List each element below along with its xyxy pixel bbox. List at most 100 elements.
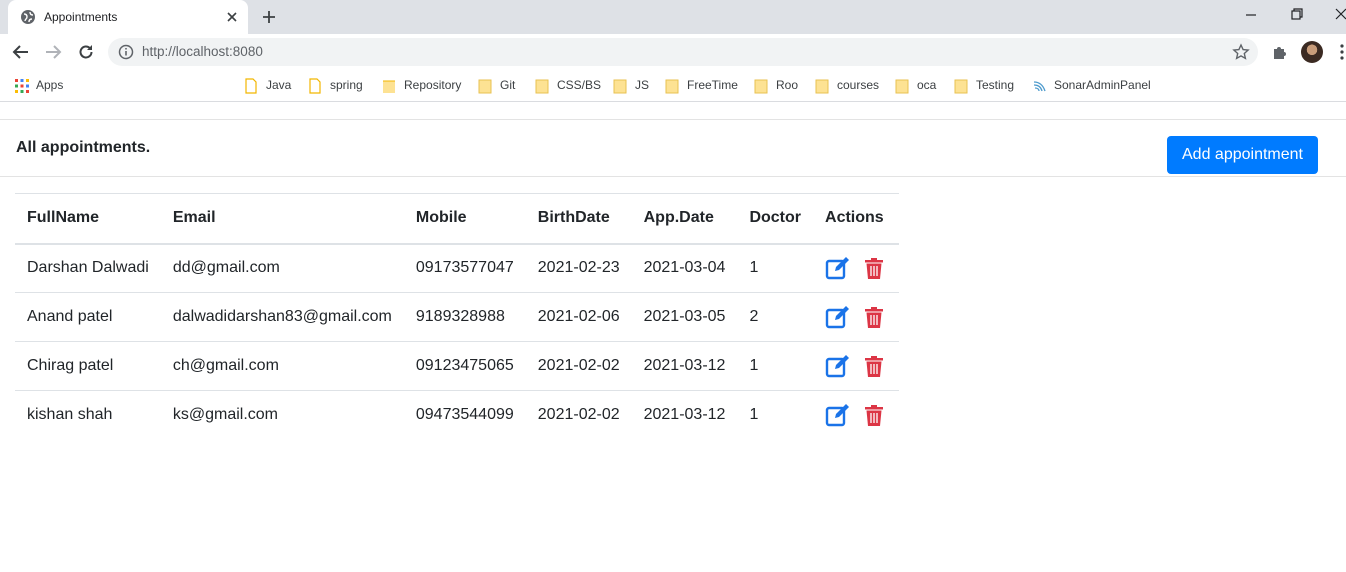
window-close-icon[interactable]	[1334, 7, 1346, 21]
page-divider-top	[0, 119, 1346, 120]
cell-fullname: Anand patel	[15, 292, 161, 342]
extensions-puzzle-icon[interactable]	[1271, 43, 1289, 61]
cell-mobile: 09473544099	[403, 390, 526, 440]
bookmark-label: Apps	[36, 78, 64, 92]
bookmark-label: Roo	[776, 78, 799, 92]
bookmark-label: courses	[837, 78, 880, 92]
column-header-email: Email	[160, 193, 404, 245]
folder-icon	[535, 79, 549, 94]
edit-icon[interactable]	[825, 403, 851, 427]
table-row: Chirag patel ch@gmail.com 09123475065 20…	[15, 341, 900, 391]
cell-birthdate: 2021-02-23	[537, 259, 620, 277]
cell-mobile: 09123475065	[403, 341, 526, 391]
trash-icon[interactable]	[861, 256, 887, 280]
cell-appdate: 2021-03-05	[631, 292, 738, 342]
bookmark-label: SonarAdminPanel	[1054, 78, 1151, 92]
bookmark-label: oca	[917, 78, 937, 92]
cell-birthdate: 2021-02-02	[525, 390, 632, 440]
folder-icon	[895, 79, 909, 94]
cell-mobile: 9189328988	[403, 292, 526, 342]
star-icon[interactable]	[1232, 43, 1250, 61]
cell-birthdate: 2021-02-02	[525, 341, 632, 391]
add-appointment-button[interactable]: Add appointment	[1167, 136, 1318, 174]
cell-doctor: 1	[737, 390, 814, 440]
cell-actions	[813, 292, 900, 342]
bookmark-label: Repository	[404, 78, 462, 92]
appointments-table: FullName Email Mobile BirthDate App.Date…	[15, 193, 900, 440]
forward-arrow-icon[interactable]	[44, 43, 62, 61]
browser-tabstrip: Appointments	[0, 0, 1346, 34]
folder-icon	[383, 80, 395, 93]
column-header-fullname: FullName	[15, 193, 161, 245]
sonar-waves-icon	[1033, 81, 1046, 92]
table-row: kishan shah ks@gmail.com 09473544099 202…	[15, 390, 900, 440]
menu-dots-icon[interactable]	[1338, 43, 1346, 61]
cell-email: ch@gmail.com	[160, 341, 404, 391]
cell-actions	[813, 244, 899, 293]
page-icon	[245, 78, 257, 94]
folder-icon	[754, 79, 768, 94]
info-icon[interactable]	[118, 44, 134, 60]
browser-toolbar: http://localhost:8080	[0, 34, 1346, 70]
folder-icon	[815, 79, 829, 94]
bookmark-label: Testing	[976, 78, 1015, 92]
bookmark-label: spring	[330, 78, 363, 92]
bookmark-label: Git	[500, 78, 516, 92]
cell-email: dd@gmail.com	[172, 259, 280, 277]
bookmarks-bar: Apps Java spring Repository Git CSS/BS J…	[0, 70, 1346, 102]
column-header-actions: Actions	[813, 193, 900, 245]
cell-fullname: Darshan Dalwadi	[27, 259, 149, 277]
globe-icon	[21, 10, 35, 24]
cell-doctor: 1	[749, 259, 759, 277]
cell-appdate: 2021-03-12	[631, 390, 738, 440]
new-tab-icon[interactable]	[260, 8, 278, 26]
page-icon	[309, 78, 321, 94]
cell-appdate: 2021-03-12	[631, 341, 738, 391]
table-header-row: FullName Email Mobile BirthDate App.Date…	[15, 193, 900, 245]
bookmark-label: JS	[635, 78, 650, 92]
table-row: Darshan Dalwadi dd@gmail.com 09173577047…	[15, 244, 899, 293]
cell-actions	[813, 390, 900, 440]
table-row: Anand patel dalwadidarshan83@gmail.com 9…	[15, 292, 900, 342]
folder-icon	[665, 79, 679, 94]
folder-icon	[478, 79, 492, 94]
tab-title: Appointments	[44, 10, 118, 24]
bookmark-label: Java	[266, 78, 292, 92]
reload-icon[interactable]	[77, 43, 95, 61]
close-tab-icon[interactable]	[224, 9, 240, 25]
column-header-mobile: Mobile	[403, 193, 526, 245]
cell-appdate: 2021-03-04	[643, 259, 726, 277]
cell-doctor: 2	[737, 292, 814, 342]
cell-actions	[813, 341, 900, 391]
edit-icon[interactable]	[825, 256, 851, 280]
back-arrow-icon[interactable]	[12, 43, 30, 61]
page-title: All appointments.	[16, 139, 151, 156]
cell-email: dalwadidarshan83@gmail.com	[160, 292, 404, 342]
trash-icon[interactable]	[861, 354, 887, 378]
address-bar[interactable]: http://localhost:8080	[108, 38, 1258, 66]
column-header-doctor: Doctor	[737, 193, 814, 245]
edit-icon[interactable]	[825, 305, 851, 329]
profile-avatar[interactable]	[1301, 41, 1323, 63]
url-text: http://localhost:8080	[142, 44, 263, 59]
bookmark-label: FreeTime	[687, 78, 738, 92]
restore-icon[interactable]	[1290, 7, 1304, 21]
cell-mobile: 09173577047	[415, 259, 514, 277]
trash-icon[interactable]	[861, 403, 887, 427]
edit-icon[interactable]	[825, 354, 851, 378]
minimize-icon[interactable]	[1244, 8, 1258, 22]
trash-icon[interactable]	[861, 305, 887, 329]
browser-tab[interactable]: Appointments	[8, 0, 248, 34]
cell-fullname: kishan shah	[15, 390, 161, 440]
cell-email: ks@gmail.com	[160, 390, 404, 440]
cell-doctor: 1	[737, 341, 814, 391]
column-header-appdate: App.Date	[631, 193, 738, 245]
cell-birthdate: 2021-02-06	[525, 292, 632, 342]
column-header-birthdate: BirthDate	[525, 193, 632, 245]
folder-icon	[613, 79, 627, 94]
apps-grid-icon	[15, 79, 29, 93]
folder-icon	[954, 79, 968, 94]
page-header-divider	[0, 176, 1346, 177]
cell-fullname: Chirag patel	[15, 341, 161, 391]
bookmark-label: CSS/BS	[557, 78, 602, 92]
